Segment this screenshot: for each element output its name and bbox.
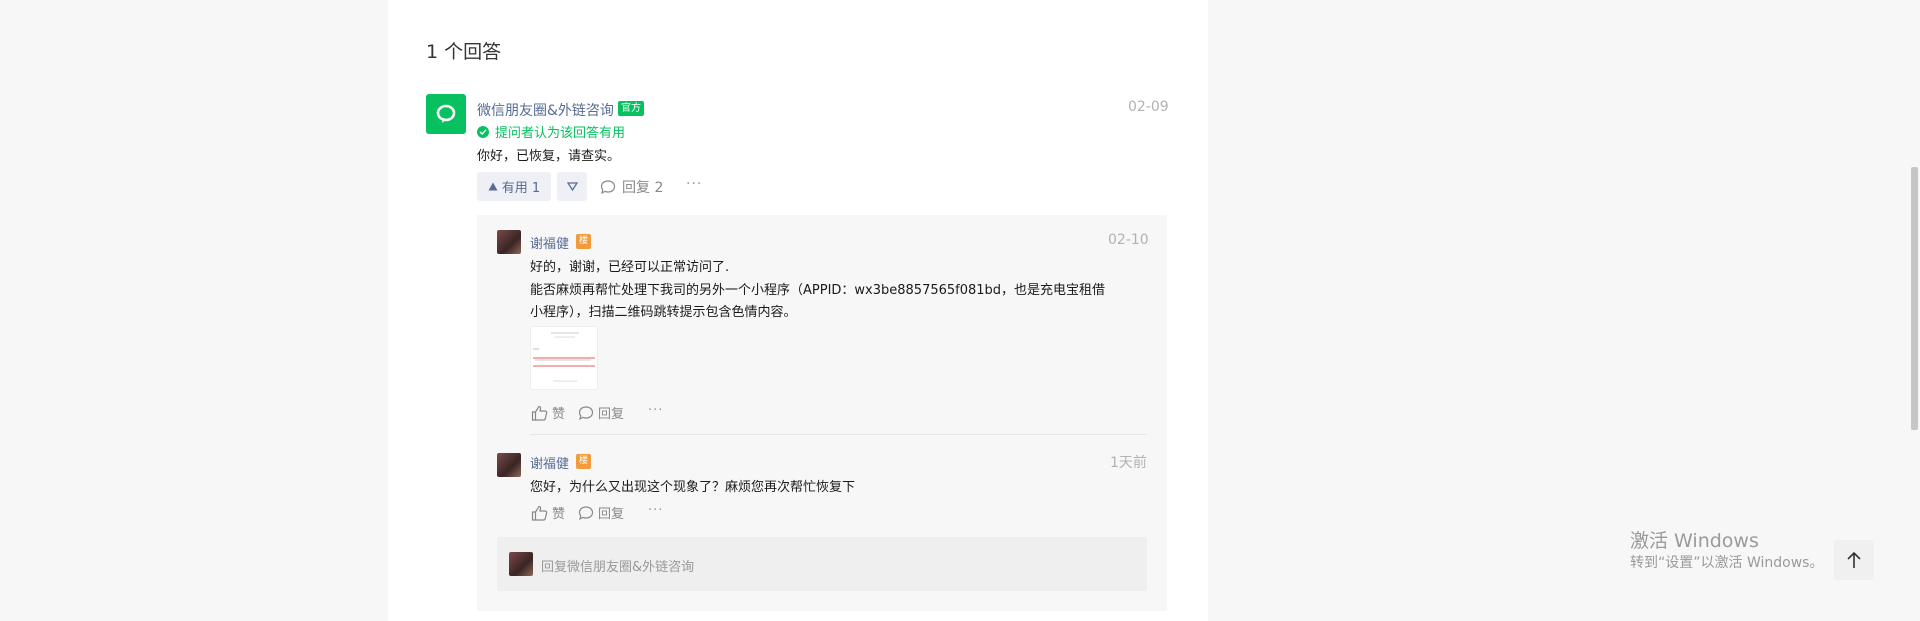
arrow-up-icon (1847, 551, 1861, 568)
reply-date: 1天前 (1110, 455, 1147, 471)
reply-image-thumbnail[interactable] (530, 326, 598, 390)
reply-text-line: 您好，为什么又出现这个现象了？麻烦您再次帮忙恢复下 (530, 480, 856, 495)
triangle-down-icon (566, 182, 578, 191)
thumbs-up-icon (531, 405, 548, 421)
reply-date: 02-10 (1108, 232, 1149, 248)
useful-note: 提问者认为该回答有用 (477, 122, 625, 141)
downvote-button[interactable] (557, 172, 587, 201)
more-options-button[interactable]: ··· (686, 176, 702, 192)
reply-author-name[interactable]: 谢福健 (530, 233, 569, 252)
upvote-label: 有用 1 (501, 181, 541, 196)
like-label: 赞 (552, 507, 566, 522)
chat-bubble-icon (436, 104, 456, 123)
like-button[interactable]: 赞 (531, 403, 565, 422)
reply-input-placeholder[interactable]: 回复微信朋友圈&外链咨询 (541, 556, 694, 575)
activation-watermark-subtitle: 转到“设置”以激活 Windows。 (1630, 555, 1824, 571)
reply-text-line: 能否麻烦再帮忙处理下我司的另外一个小程序（APPID：wx3be8857565f… (530, 283, 1106, 298)
reply-label: 回复 (598, 507, 625, 522)
reply-button[interactable]: 回复 (578, 403, 624, 422)
comment-icon (578, 405, 594, 420)
floor-badge: 楼 (576, 234, 591, 249)
answer-author-name[interactable]: 微信朋友圈&外链咨询 (477, 100, 614, 120)
reply-toggle-button[interactable]: 回复 2 (600, 177, 663, 197)
official-avatar[interactable] (426, 94, 466, 134)
answer-count: 1 个回答 (426, 41, 502, 63)
upvote-button[interactable]: 有用 1 (477, 172, 551, 201)
official-badge: 官方 (618, 101, 644, 116)
like-button[interactable]: 赞 (531, 503, 565, 522)
reply-avatar[interactable] (497, 453, 521, 477)
like-label: 赞 (552, 407, 566, 422)
thumbs-up-icon (531, 505, 548, 521)
reply-button[interactable]: 回复 (578, 503, 624, 522)
activation-watermark-title: 激活 Windows (1630, 530, 1759, 552)
comment-icon (600, 180, 616, 195)
reply-text-line: 小程序），扫描二维码跳转提示包含色情内容。 (530, 305, 797, 320)
reply-divider (530, 434, 1147, 435)
reply-label: 回复 (598, 407, 625, 422)
reply-text-line: 好的，谢谢，已经可以正常访问了. (530, 260, 730, 275)
reply-avatar[interactable] (497, 230, 521, 254)
answer-date: 02-09 (1128, 99, 1169, 115)
back-to-top-button[interactable] (1834, 540, 1874, 580)
current-user-avatar (509, 552, 533, 576)
scrollbar-thumb[interactable] (1911, 167, 1918, 430)
triangle-up-icon (488, 182, 498, 191)
reply-count-label: 回复 2 (622, 180, 664, 196)
reply-author-name[interactable]: 谢福健 (530, 453, 569, 472)
comment-icon (578, 505, 594, 520)
answer-content: 你好，已恢复，请查实。 (477, 149, 621, 164)
useful-note-text: 提问者认为该回答有用 (495, 126, 626, 141)
more-options-button[interactable]: ··· (648, 403, 663, 418)
more-options-button[interactable]: ··· (648, 503, 663, 518)
floor-badge: 楼 (576, 454, 591, 469)
check-circle-icon (477, 125, 489, 138)
